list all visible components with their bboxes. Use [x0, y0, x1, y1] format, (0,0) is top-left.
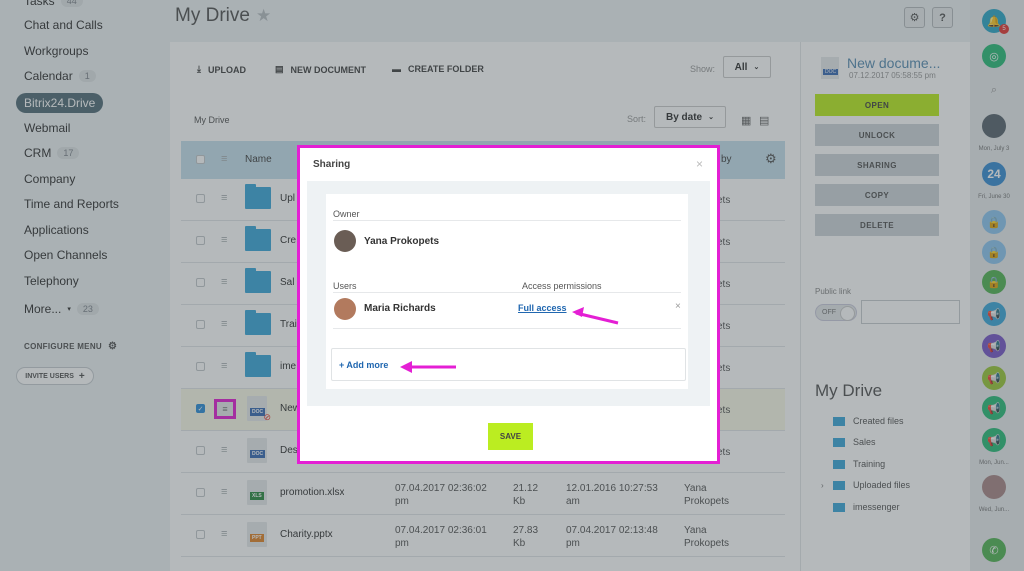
user-name: Maria Richards: [364, 303, 436, 314]
owner-avatar: [334, 230, 356, 252]
users-label: Users: [333, 281, 357, 291]
sharing-dialog: Sharing × Owner Yana Prokopets Users Acc…: [297, 145, 720, 464]
dialog-title: Sharing: [313, 159, 351, 170]
annotation-arrow-icon: [400, 361, 456, 373]
owner-name: Yana Prokopets: [364, 236, 440, 247]
user-avatar: [334, 298, 356, 320]
permissions-label: Access permissions: [522, 281, 602, 291]
permission-link[interactable]: Full access: [518, 303, 567, 313]
annotation-arrow-icon: [572, 307, 619, 325]
divider: [333, 328, 681, 329]
owner-label: Owner: [333, 209, 360, 219]
save-button[interactable]: SAVE: [488, 423, 533, 450]
add-more-label: + Add more: [339, 359, 389, 370]
divider: [333, 220, 681, 221]
close-icon[interactable]: ×: [696, 157, 703, 171]
divider: [333, 292, 681, 293]
sharing-card: Owner Yana Prokopets Users Access permis…: [326, 194, 688, 389]
remove-user-icon[interactable]: ×: [675, 301, 681, 312]
add-more-button[interactable]: + Add more: [331, 348, 686, 381]
